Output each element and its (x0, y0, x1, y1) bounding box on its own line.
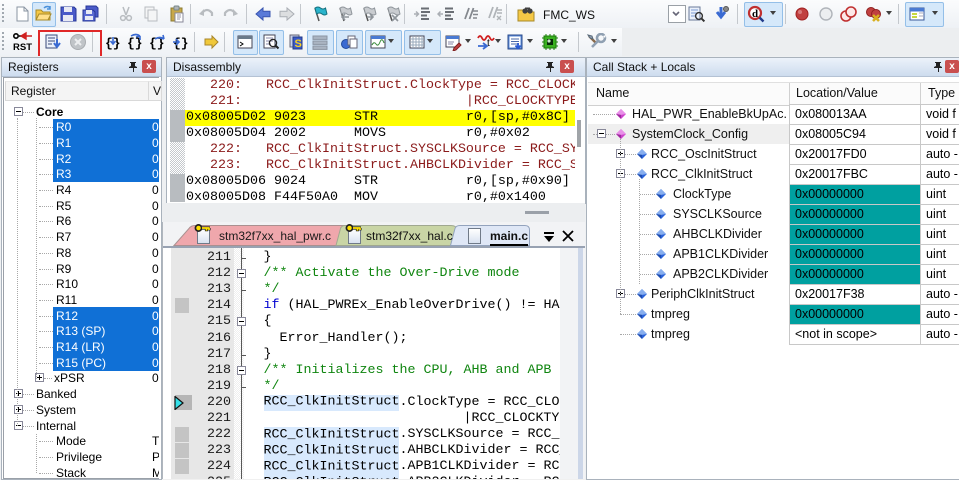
svg-text:RST: RST (13, 42, 32, 53)
svg-text:{}: {} (173, 36, 189, 51)
svg-text:t: t (487, 38, 490, 49)
svg-text:S: S (295, 38, 302, 50)
svg-text:d: d (752, 8, 758, 20)
